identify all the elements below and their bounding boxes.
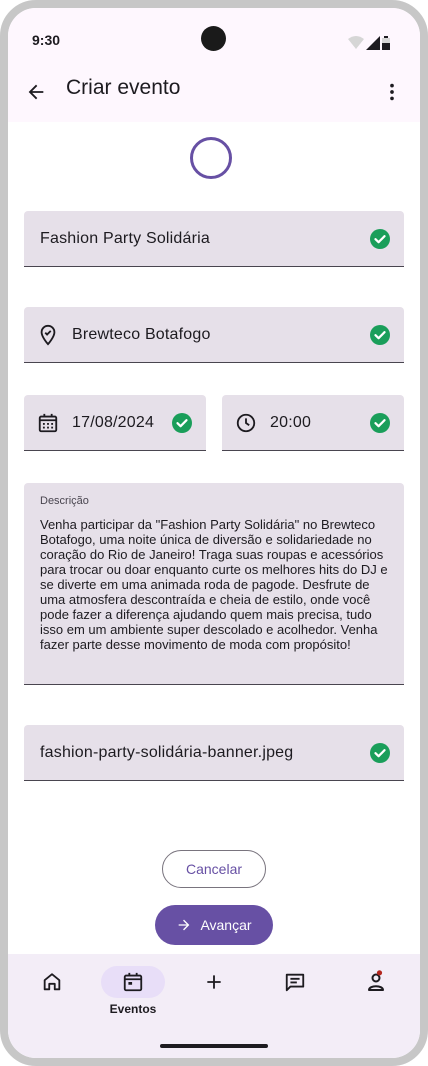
next-button-label: Avançar [200, 917, 252, 933]
cancel-button[interactable]: Cancelar [162, 850, 266, 888]
check-circle-icon [370, 229, 390, 249]
location-value: Brewteco Botafogo [72, 326, 211, 343]
chat-icon [285, 973, 305, 992]
check-circle-icon [172, 413, 192, 433]
time-field[interactable]: 20:00 [222, 395, 404, 451]
description-label: Descrição [40, 495, 89, 507]
status-bar: 9:30 [8, 8, 420, 58]
camera-cutout [201, 26, 226, 51]
location-field[interactable]: Brewteco Botafogo [24, 307, 404, 363]
add-icon [207, 975, 221, 989]
description-value: Venha participar da "Fashion Party Solid… [40, 517, 388, 652]
banner-file-value: fashion-party-solidária-banner.jpeg [40, 744, 294, 761]
event-name-field[interactable]: Fashion Party Solidária [24, 211, 404, 267]
nav-label-eventos: Eventos [109, 1002, 157, 1016]
calendar-icon [38, 413, 58, 433]
status-icons [348, 34, 390, 50]
page-title: Criar evento [66, 76, 181, 99]
notification-badge [376, 970, 383, 976]
check-circle-icon [370, 413, 390, 433]
location-pin-icon [40, 324, 56, 346]
calendar-icon [123, 972, 143, 992]
battery-icon [382, 36, 390, 50]
back-button[interactable] [20, 76, 52, 108]
home-indicator[interactable] [160, 1044, 268, 1048]
arrow-forward-icon [179, 919, 190, 931]
time-value: 20:00 [270, 414, 312, 431]
description-field[interactable]: Descrição Venha participar da "Fashion P… [24, 483, 404, 685]
next-button[interactable]: Avançar [155, 905, 273, 945]
nav-item-home[interactable] [20, 966, 84, 1016]
home-icon [43, 973, 61, 991]
arrow-back-icon [28, 84, 44, 100]
profile-icon [368, 970, 384, 991]
more-vert-icon [390, 83, 394, 101]
event-name-value: Fashion Party Solidária [40, 230, 211, 247]
device-frame: 9:30 Criar evento Fashion Party Solidári… [0, 0, 428, 1066]
nav-item-chat[interactable] [263, 966, 327, 1016]
wifi-icon [348, 36, 364, 49]
check-circle-icon [370, 743, 390, 763]
bottom-navigation: Eventos [8, 954, 420, 1058]
image-upload-placeholder[interactable] [190, 137, 232, 179]
nav-item-profile[interactable] [344, 966, 408, 1016]
date-value: 17/08/2024 [72, 414, 155, 431]
status-time: 9:30 [32, 32, 61, 48]
banner-file-field[interactable]: fashion-party-solidária-banner.jpeg [24, 725, 404, 781]
nav-item-eventos[interactable]: Eventos [101, 966, 165, 1016]
nav-item-add[interactable] [182, 966, 246, 1016]
date-field[interactable]: 17/08/2024 [24, 395, 206, 451]
clock-icon [236, 413, 256, 433]
top-app-bar: Criar evento [8, 58, 420, 122]
more-options-button[interactable] [376, 76, 408, 108]
check-circle-icon [370, 325, 390, 345]
signal-icon [366, 36, 380, 50]
